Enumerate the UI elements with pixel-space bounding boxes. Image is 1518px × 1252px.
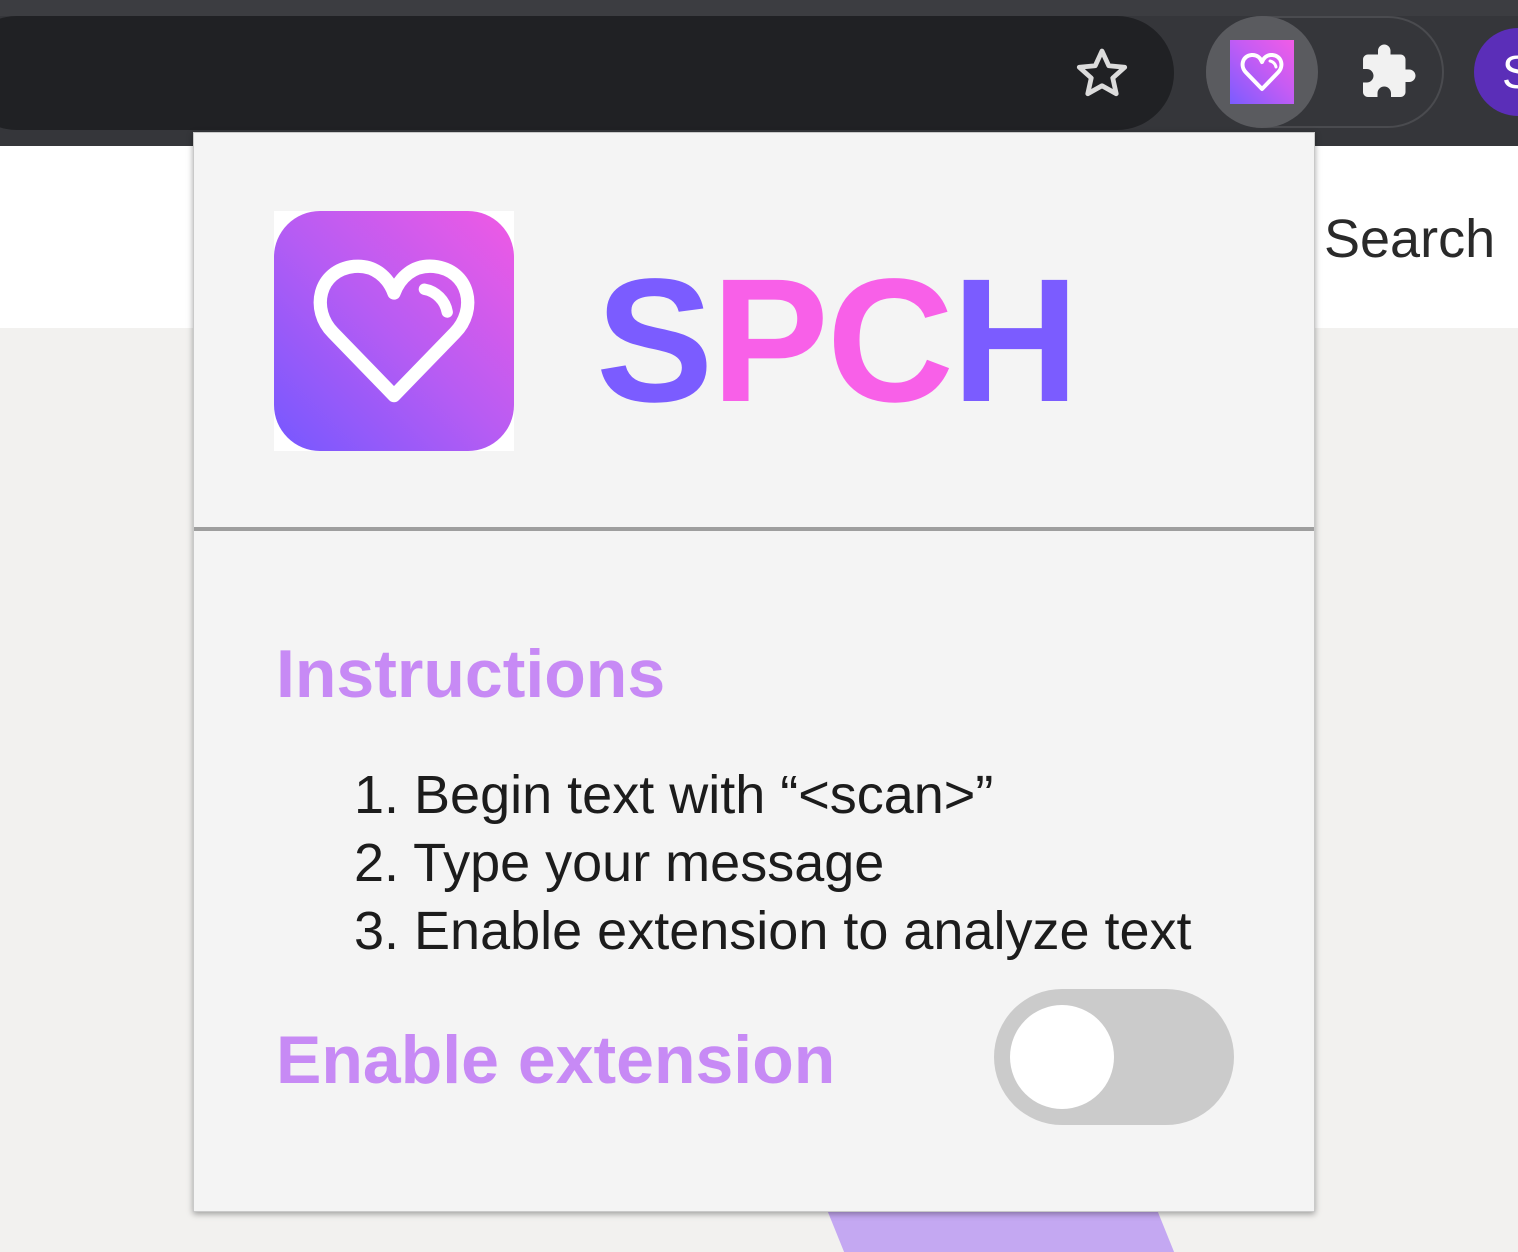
heart-icon [313,259,475,403]
instruction-step: 2. Type your message [354,833,885,893]
brand-letter-h: H [951,243,1079,439]
enable-extension-toggle[interactable] [994,989,1234,1125]
spch-extension-tile [1230,40,1294,104]
brand-letter-s: S [596,243,713,439]
heart-icon [1240,52,1284,91]
enable-extension-label: Enable extension [276,1022,836,1098]
tab-strip-edge [0,0,1518,16]
instructions-list: 1. Begin text with “<scan>” 2. Type your… [354,761,1192,965]
toggle-knob [1010,1005,1114,1109]
instructions-heading: Instructions [276,636,666,712]
brand-wordmark: SPCH [596,253,1079,429]
brand-letters-pc: PC [711,243,953,439]
browser-toolbar: S [0,0,1518,146]
spch-logo-tile [274,211,514,451]
page-decorative-band [827,1212,1175,1252]
bookmark-star-button[interactable] [1068,40,1136,108]
puzzle-icon [1363,44,1416,97]
spch-popup: SPCH Instructions 1. Begin text with “<s… [193,132,1315,1212]
star-outline-icon [1076,48,1128,97]
instruction-step: 1. Begin text with “<scan>” [354,765,994,825]
spch-logo [274,211,514,451]
profile-avatar-button[interactable]: S [1474,28,1518,116]
address-bar[interactable] [0,16,1174,130]
instruction-step: 3. Enable extension to analyze text [354,901,1192,961]
extensions-menu-button[interactable] [1342,26,1434,118]
page-search-link[interactable]: Search [1324,208,1495,270]
spch-extension-button[interactable] [1206,16,1318,128]
popup-header: SPCH [194,133,1314,531]
